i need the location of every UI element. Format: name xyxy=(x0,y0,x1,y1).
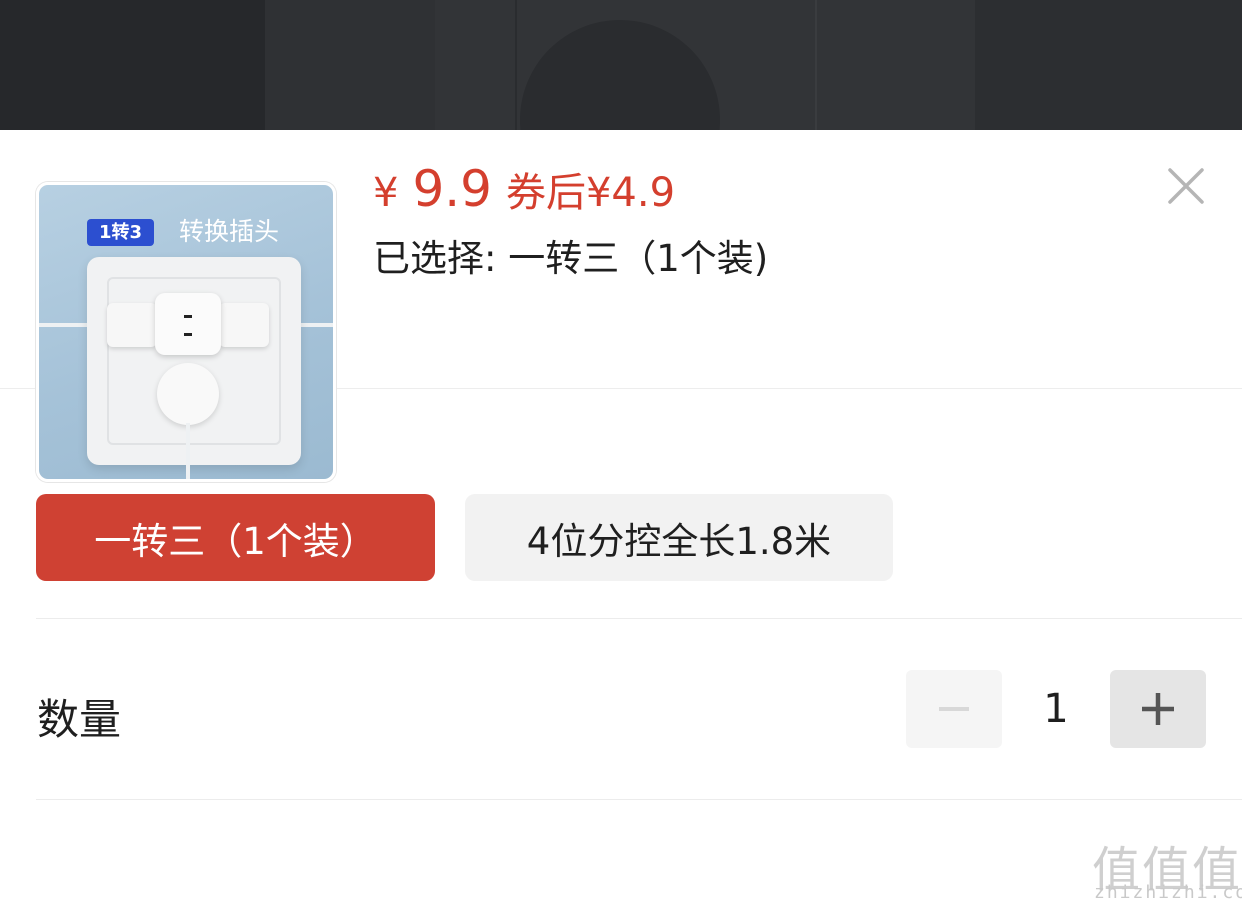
wall-socket-illustration xyxy=(87,257,301,465)
price-row: ¥ 9.9 券后¥4.9 xyxy=(373,160,675,220)
variant-option-label: 一转三（1个装） xyxy=(94,519,377,563)
quantity-increase-button[interactable] xyxy=(1110,670,1206,748)
variant-option-selected[interactable]: 一转三（1个装） xyxy=(36,494,435,581)
divider xyxy=(36,799,1242,800)
price-value: 9.9 xyxy=(412,160,492,218)
quantity-section-title: 数量 xyxy=(37,695,122,744)
currency-symbol: ¥ xyxy=(373,170,399,216)
coupon-price: 券后¥4.9 xyxy=(505,170,676,216)
variant-option[interactable]: 4位分控全长1.8米 xyxy=(465,494,893,581)
selected-variant-text: 已选择: 一转三（1个装) xyxy=(373,237,769,280)
quantity-decrease-button[interactable] xyxy=(906,670,1002,748)
variant-option-label: 4位分控全长1.8米 xyxy=(526,519,832,563)
product-image-caption: 转换插头 xyxy=(179,217,280,246)
plus-icon xyxy=(1142,693,1174,725)
background-overlay[interactable] xyxy=(0,0,1242,130)
close-icon[interactable] xyxy=(1166,166,1206,206)
minus-icon xyxy=(939,707,969,711)
quantity-value[interactable]: 1 xyxy=(1002,670,1110,748)
product-image-tag: 1转3 xyxy=(87,219,155,246)
product-thumbnail[interactable]: 1转3 转换插头 xyxy=(36,182,336,482)
sku-selector-sheet: 1转3 转换插头 ¥ 9.9 券后¥4.9 已选择: 一转三（1个装) 型号 一… xyxy=(0,130,1242,910)
watermark-url: zhizhizhi.com xyxy=(1094,882,1242,903)
divider xyxy=(36,618,1242,619)
